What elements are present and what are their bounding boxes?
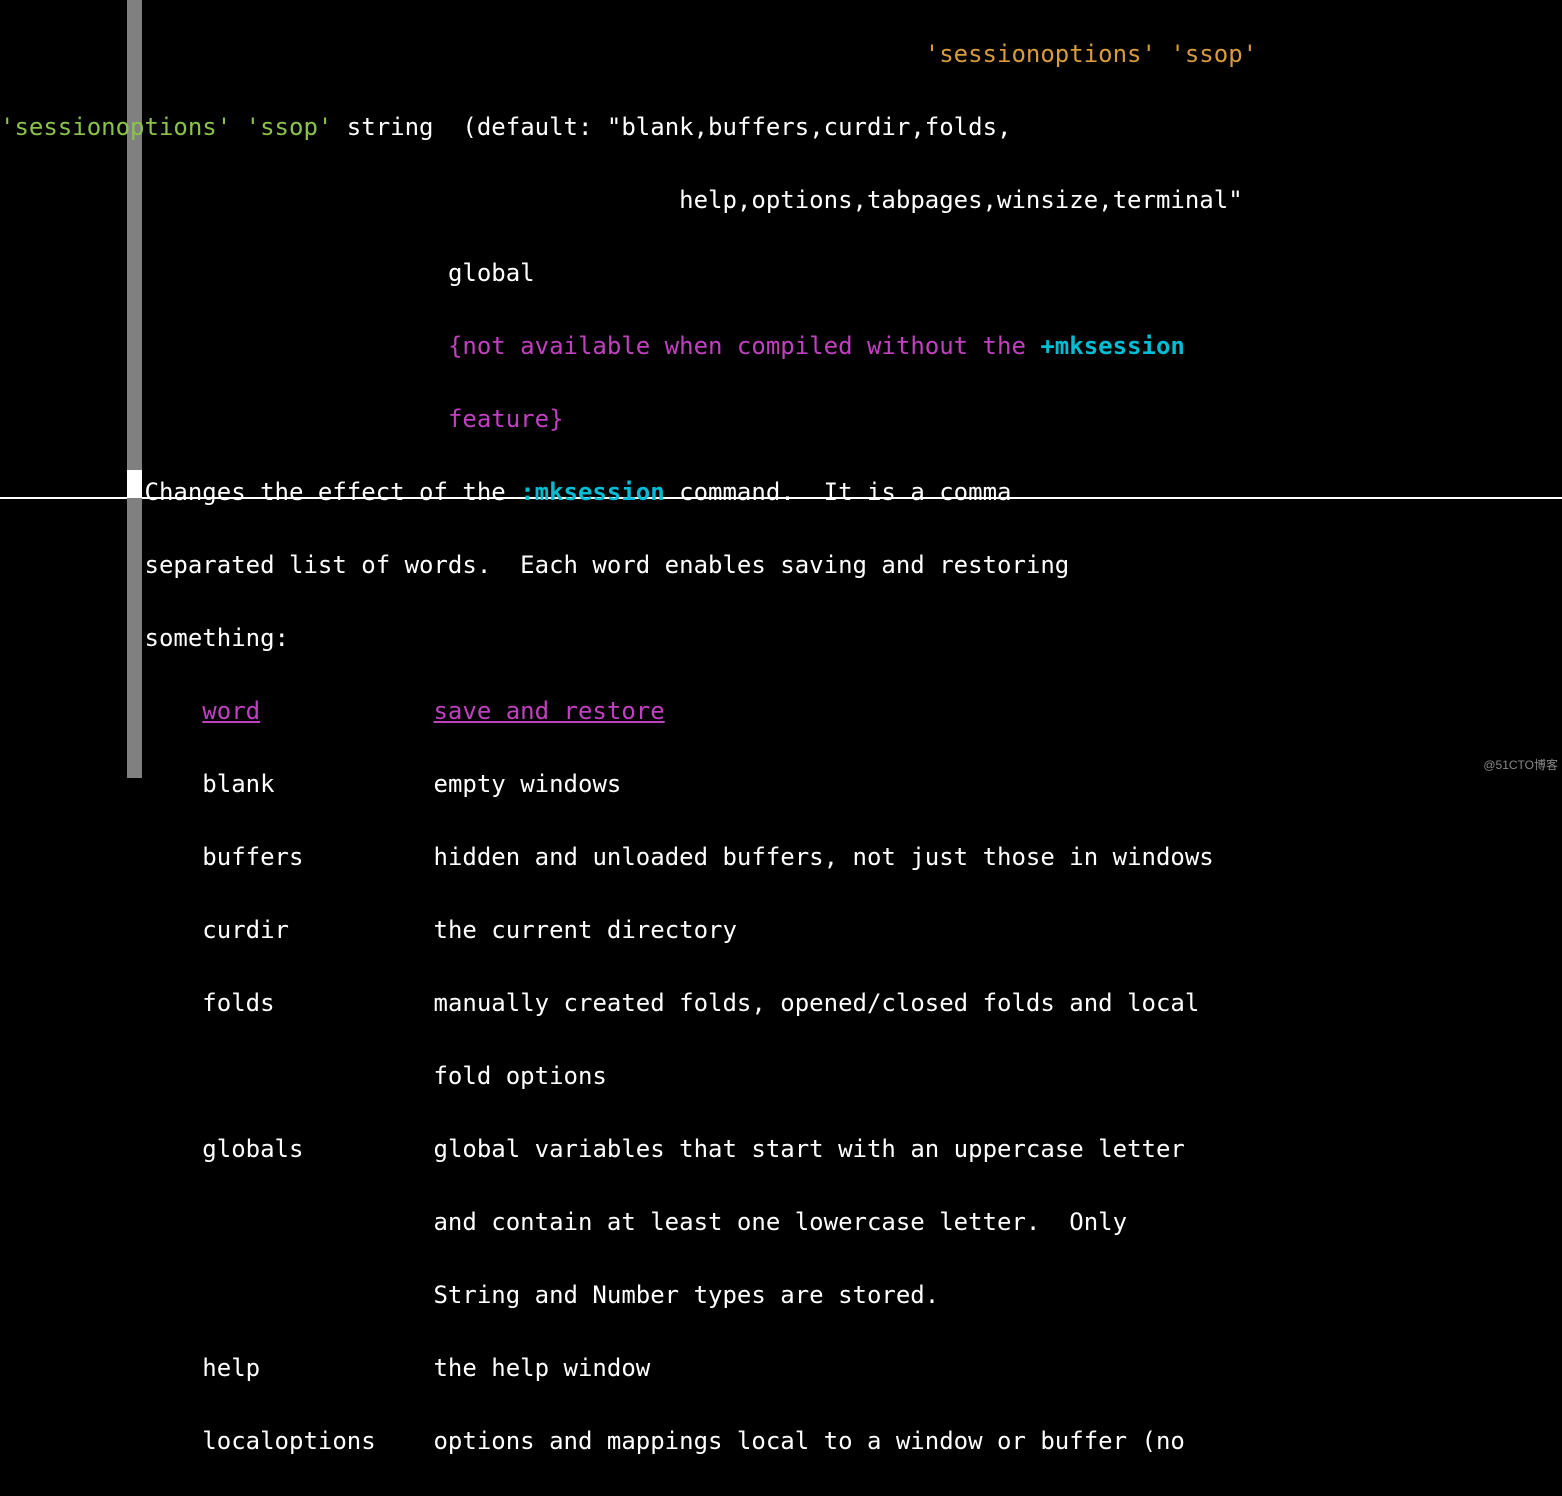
table-row: buffers hidden and unloaded buffers, not… — [0, 839, 1562, 876]
table-row: localoptions options and mappings local … — [0, 1423, 1562, 1460]
table-row-cont: String and Number types are stored. — [0, 1277, 1562, 1314]
table-row-cont: and contain at least one lowercase lette… — [0, 1204, 1562, 1241]
help-text-area[interactable]: 'sessionoptions' 'ssop' 'sessionoptions'… — [0, 0, 1562, 1496]
link-mksession-feature[interactable]: +mksession — [1040, 332, 1185, 360]
table-header: word save and restore — [0, 693, 1562, 730]
option-header-line: 'sessionoptions' 'ssop' string (default:… — [0, 109, 1562, 146]
help-tag-ssop: 'ssop' — [1170, 40, 1257, 68]
option-scope-line: global — [0, 255, 1562, 292]
option-default-cont: help,options,tabpages,winsize,terminal" — [0, 182, 1562, 219]
watermark: @51CTO博客 — [1483, 756, 1558, 774]
option-name-short: 'ssop' — [246, 113, 333, 141]
link-mksession-cmd[interactable]: :mksession — [520, 478, 665, 506]
feature-note-line2: feature} — [0, 401, 1562, 438]
option-default: (default: "blank,buffers,curdir,folds, — [462, 113, 1011, 141]
table-row: globals global variables that start with… — [0, 1131, 1562, 1168]
cursor-block — [127, 470, 142, 498]
option-name-long: 'sessionoptions' — [0, 113, 231, 141]
desc-line1: Changes the effect of the :mksession com… — [0, 474, 1562, 511]
option-type: string — [347, 113, 434, 141]
table-row-cont: fold options — [0, 1058, 1562, 1095]
table-row: blank empty windows — [0, 766, 1562, 803]
help-tag-sessionoptions: 'sessionoptions' — [925, 40, 1156, 68]
desc-line2: separated list of words. Each word enabl… — [0, 547, 1562, 584]
table-row: help the help window — [0, 1350, 1562, 1387]
desc-line3: something: — [0, 620, 1562, 657]
feature-note-line1: {not available when compiled without the… — [0, 328, 1562, 365]
tag-line: 'sessionoptions' 'ssop' — [0, 36, 1562, 73]
table-row: curdir the current directory — [0, 912, 1562, 949]
table-row: folds manually created folds, opened/clo… — [0, 985, 1562, 1022]
